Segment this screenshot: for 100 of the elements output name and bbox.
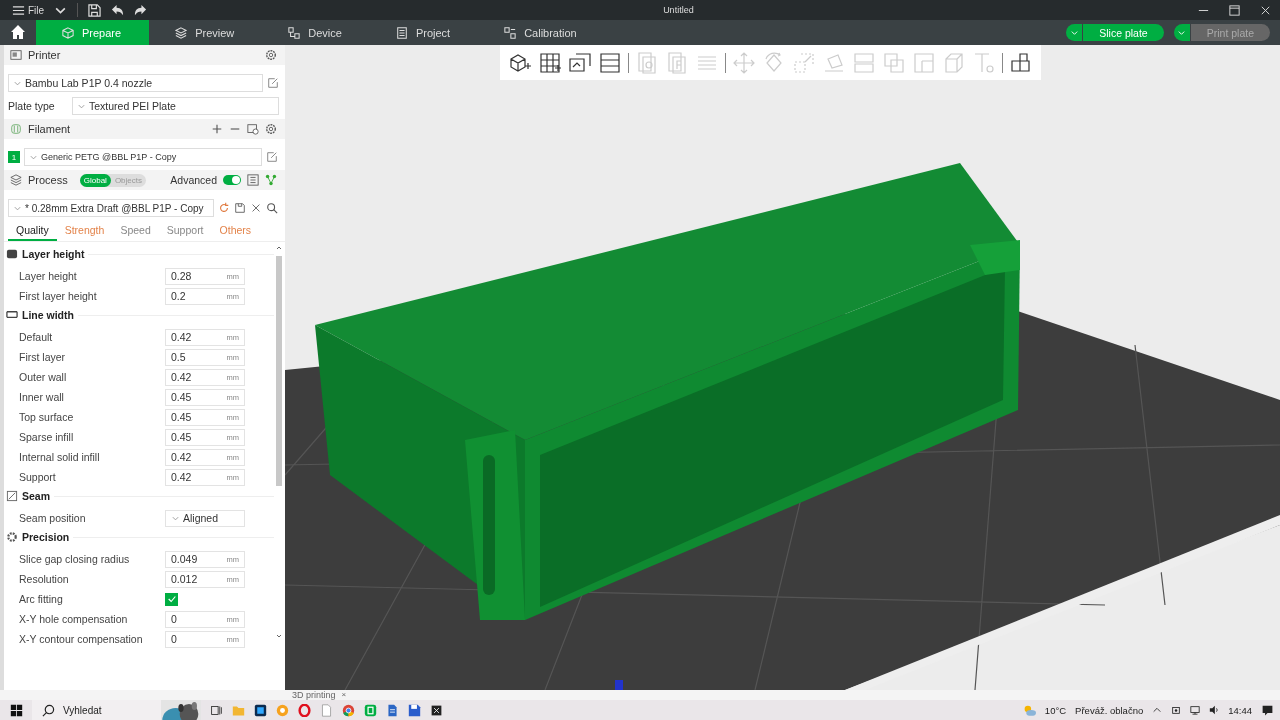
list-icon <box>395 26 408 39</box>
setting-label: Inner wall <box>19 391 65 403</box>
setting-label: Seam position <box>19 512 87 524</box>
temperature-text: 10°C <box>1044 704 1067 716</box>
search-icon[interactable] <box>266 202 278 214</box>
spool-icon <box>10 123 22 135</box>
group-icon <box>6 531 18 543</box>
plates-icon[interactable] <box>568 50 592 75</box>
layers-icon <box>10 174 22 186</box>
browser-icon[interactable] <box>276 703 289 717</box>
task-view-icon[interactable] <box>210 703 223 717</box>
camera-icon[interactable] <box>1171 705 1182 715</box>
setting-label: Arc fitting <box>19 593 64 605</box>
document-icon[interactable] <box>386 703 399 717</box>
opera-icon[interactable] <box>298 703 311 717</box>
edit-icon[interactable] <box>267 77 279 89</box>
setting-label: Internal solid infill <box>19 451 101 463</box>
setting-label: Outer wall <box>19 371 68 383</box>
advanced-switch[interactable] <box>223 175 241 185</box>
setting-label: Sparse infill <box>19 431 75 443</box>
document-icon[interactable] <box>320 703 333 717</box>
process-preset-select[interactable]: * 0.28mm Extra Draft @BBL P1P - Copy <box>8 199 214 217</box>
home-icon[interactable] <box>10 24 26 40</box>
taskbar-search-field[interactable]: Vyhledat <box>32 700 162 720</box>
search-icon <box>42 703 55 717</box>
settings-icon[interactable] <box>265 49 277 61</box>
sync-icon[interactable] <box>247 123 259 135</box>
undo-icon[interactable] <box>111 3 125 17</box>
dropdown-button[interactable] <box>1066 24 1083 41</box>
group-title: Layer height <box>22 248 85 260</box>
tab-close-button[interactable]: × <box>341 690 347 700</box>
weather-icon <box>1022 703 1036 717</box>
printer-icon <box>10 49 22 61</box>
cube-icon <box>62 26 74 39</box>
edit-icon[interactable] <box>266 151 278 163</box>
reset-icon[interactable] <box>218 202 230 214</box>
group-title: Seam <box>22 490 51 502</box>
chrome-icon[interactable] <box>342 703 355 717</box>
panels-icon[interactable] <box>598 50 622 75</box>
app-icon[interactable] <box>430 703 443 717</box>
windows-logo-icon[interactable] <box>10 703 23 717</box>
main-tab[interactable]: Project <box>369 20 479 45</box>
settings-icon[interactable] <box>265 123 277 135</box>
grid-icon[interactable] <box>538 50 562 75</box>
group-icon <box>6 490 18 502</box>
notification-icon[interactable] <box>1261 703 1274 717</box>
settings-tab[interactable]: Speed <box>112 221 159 241</box>
section-title: Process <box>28 174 68 186</box>
weather-text: Převáž. oblačno <box>1075 704 1144 716</box>
nodes-icon[interactable] <box>265 174 277 186</box>
setting-label: Default <box>19 331 54 343</box>
setting-label: X-Y hole compensation <box>19 613 129 625</box>
setting-label: X-Y contour compensation <box>19 633 144 645</box>
setting-label: First layer <box>19 351 67 363</box>
speaker-icon[interactable] <box>1209 705 1220 715</box>
group-icon <box>6 248 18 260</box>
file-menu-button[interactable]: File <box>12 3 45 17</box>
plus-icon[interactable] <box>211 123 223 135</box>
settings-tab[interactable]: Quality <box>8 221 57 241</box>
section-title: Filament <box>28 123 71 135</box>
select-field[interactable]: Aligned <box>165 509 245 527</box>
setting-label: Resolution <box>19 573 70 585</box>
section-title: Printer <box>28 49 61 61</box>
filament-select[interactable]: Generic PETG @BBL P1P - Copy <box>24 148 262 166</box>
chevron-up-icon[interactable] <box>1152 705 1163 715</box>
group-title: Line width <box>22 309 74 321</box>
device-icon <box>504 26 517 39</box>
setting-label: Support <box>19 471 57 483</box>
setting-label: Slice gap closing radius <box>19 553 131 565</box>
clock-text[interactable]: 14:44 <box>1228 704 1252 716</box>
device-icon <box>288 26 301 39</box>
close-icon[interactable] <box>250 202 262 214</box>
layers-icon <box>175 26 188 39</box>
plate-type-select[interactable]: Textured PEI Plate <box>72 97 279 115</box>
group-title: Precision <box>22 531 70 543</box>
setting-label: Layer height <box>19 270 78 282</box>
advanced-label: Advanced <box>170 174 217 186</box>
menu-icon <box>12 3 25 17</box>
network-icon[interactable] <box>1190 705 1201 715</box>
checkbox[interactable] <box>165 592 178 606</box>
window-title: Untitled <box>663 5 695 15</box>
document-tab[interactable]: 3D printing <box>292 690 336 700</box>
redo-icon[interactable] <box>134 3 148 17</box>
list-icon[interactable] <box>247 174 259 186</box>
main-tab[interactable]: Device <box>262 20 370 45</box>
app-icon[interactable] <box>254 703 267 717</box>
settings-tab[interactable]: Support <box>158 221 212 241</box>
setting-label: Top surface <box>19 411 75 423</box>
save-icon[interactable] <box>408 703 421 717</box>
maximize-icon[interactable] <box>1228 3 1241 17</box>
main-tab[interactable]: Preview <box>149 20 263 45</box>
group-icon <box>6 309 18 321</box>
printer-select[interactable]: Bambu Lab P1P 0.4 nozzle <box>8 74 263 92</box>
puzzle-icon[interactable] <box>1009 50 1033 75</box>
field-label: Plate type <box>8 100 56 112</box>
chevron-down-icon <box>1177 28 1187 37</box>
setting-label: First layer height <box>19 290 98 302</box>
main-tab[interactable]: Calibration <box>478 20 605 45</box>
dropdown-button[interactable] <box>1173 24 1190 41</box>
chevron-down-icon <box>1069 28 1079 37</box>
